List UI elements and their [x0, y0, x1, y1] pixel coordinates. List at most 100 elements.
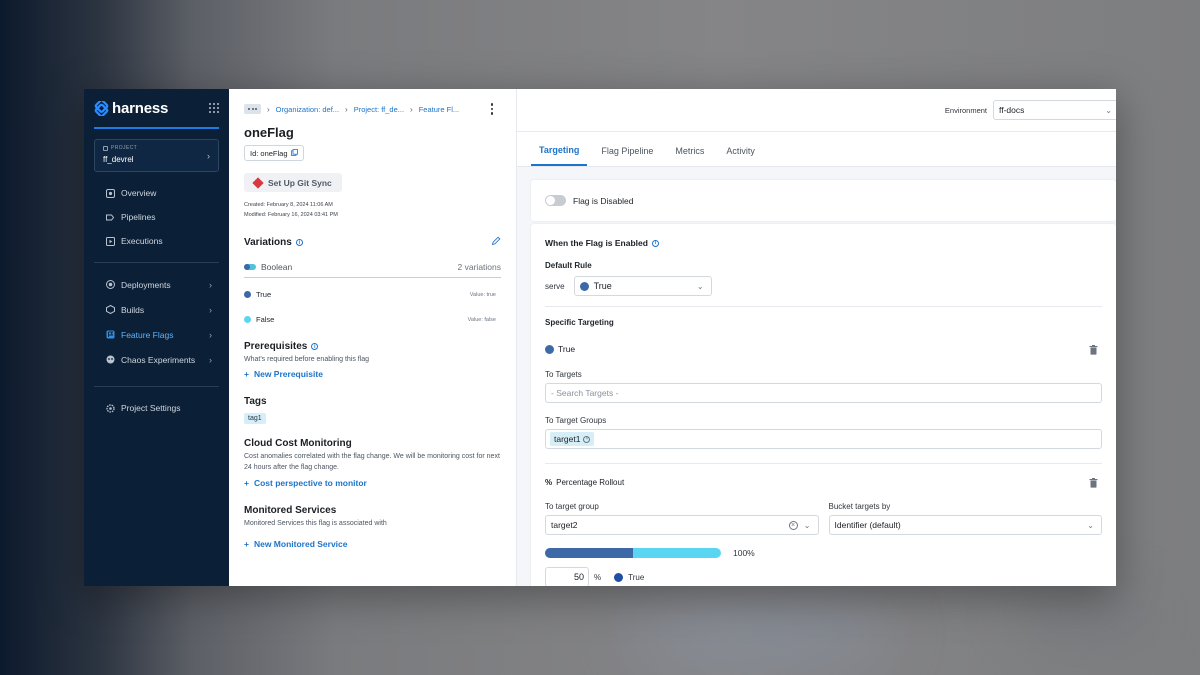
chevron-down-icon: ⌄	[1105, 105, 1112, 115]
nav-item-label: Executions	[121, 236, 163, 246]
tab-targeting[interactable]: Targeting	[531, 132, 588, 166]
variation-color-dot	[244, 291, 251, 298]
cost-perspective-button[interactable]: + Cost perspective to monitor	[244, 478, 501, 488]
breadcrumb-feature-flags[interactable]: Feature Fl...	[419, 105, 459, 114]
target-variation-row: True	[545, 344, 1102, 355]
breadcrumb-more-icon[interactable]	[244, 104, 261, 114]
chevron-right-icon: ›	[207, 151, 210, 161]
variation-item-true: True Value: true	[244, 282, 501, 307]
cost-perspective-label: Cost perspective to monitor	[253, 478, 367, 488]
modified-date: Modified: February 16, 2024 03:41 PM	[244, 212, 338, 218]
info-icon[interactable]: i	[651, 239, 659, 247]
flag-enabled-toggle[interactable]	[545, 195, 566, 206]
project-icon	[103, 145, 108, 151]
to-target-groups-input[interactable]: target1 ×	[545, 429, 1102, 449]
app-window: harness PROJECT ff_devrel › Overview Pip…	[84, 89, 1116, 586]
breadcrumb-organization[interactable]: Organization: def...	[276, 105, 339, 114]
to-targets-label: To Targets	[545, 370, 582, 379]
to-targets-input[interactable]: - Search Targets -	[545, 383, 1102, 403]
chevron-right-icon: ›	[410, 104, 413, 114]
rollout-percent-input[interactable]: 50	[545, 567, 589, 586]
nav-item-builds[interactable]: Builds ›	[84, 297, 229, 322]
gear-icon	[106, 403, 115, 413]
environment-label: Environment	[944, 105, 987, 115]
to-targets-placeholder: - Search Targets -	[551, 388, 619, 398]
app-switcher-icon[interactable]	[209, 103, 219, 113]
new-prerequisite-label: New Prerequisite	[253, 369, 323, 379]
target-group-select[interactable]: target2 × ⌄	[545, 515, 819, 535]
chevron-down-icon: ⌄	[1087, 520, 1094, 530]
variation-value: Value: true	[469, 291, 496, 298]
nav-item-label: Deployments	[121, 279, 171, 290]
more-options-icon[interactable]	[490, 103, 493, 115]
variation-value: Value: false	[467, 316, 496, 323]
nav-divider	[94, 386, 219, 387]
rollout-variation-row: 50 % True	[545, 567, 1102, 586]
nav-item-feature-flags[interactable]: Feature Flags ›	[84, 322, 229, 347]
nav-item-label: Feature Flags	[121, 329, 174, 340]
new-prerequisite-button[interactable]: + New Prerequisite	[244, 369, 501, 379]
git-sync-label: Set Up Git Sync	[268, 177, 332, 188]
nav-item-project-settings[interactable]: Project Settings	[84, 396, 229, 420]
variations-header: Variations i	[244, 236, 501, 249]
nav-item-executions[interactable]: Executions	[84, 229, 229, 253]
nav-item-label: Chaos Experiments	[121, 354, 196, 365]
trash-icon[interactable]	[1089, 478, 1098, 488]
flag-state-label: Flag is Disabled	[573, 195, 634, 206]
breadcrumb-project[interactable]: Project: ff_de...	[354, 105, 404, 114]
copy-icon[interactable]	[290, 148, 298, 158]
variation-color-dot	[545, 344, 554, 354]
section-divider	[545, 463, 1102, 464]
bucket-by-value: Identifier (default)	[834, 520, 901, 530]
project-kicker-label: PROJECT	[111, 145, 138, 151]
edit-pencil-icon[interactable]	[491, 236, 501, 249]
chaos-icon	[106, 355, 115, 364]
nav-item-label: Pipelines	[121, 212, 156, 222]
chevron-right-icon: ›	[267, 104, 270, 114]
chevron-down-icon: ⌄	[803, 520, 811, 530]
info-icon[interactable]: i	[311, 343, 319, 350]
git-sync-button[interactable]: Set Up Git Sync	[244, 173, 342, 192]
project-selector[interactable]: PROJECT ff_devrel ›	[94, 139, 219, 172]
remove-chip-icon[interactable]: ×	[583, 435, 591, 443]
variation-color-dot	[579, 281, 589, 291]
tab-activity[interactable]: Activity	[718, 132, 763, 166]
breadcrumb: › Organization: def... › Project: ff_de.…	[244, 89, 501, 129]
tab-flag-pipeline[interactable]: Flag Pipeline	[593, 132, 661, 166]
rollout-variation-name: True	[628, 572, 645, 582]
flag-details-panel: › Organization: def... › Project: ff_de.…	[229, 89, 517, 586]
nav-item-pipelines[interactable]: Pipelines	[84, 205, 229, 229]
chevron-right-icon: ›	[209, 354, 212, 365]
target-group-value: target2	[551, 520, 578, 530]
targeting-panel: Environment ff-docs ⌄ Targeting Flag Pip…	[517, 89, 1116, 586]
nav-item-overview[interactable]: Overview	[84, 181, 229, 205]
nav-item-deployments[interactable]: Deployments ›	[84, 272, 229, 297]
nav-top: Overview Pipelines Executions	[84, 181, 229, 253]
brand-row: harness	[94, 89, 219, 129]
percent-unit: %	[594, 572, 602, 582]
flag-id-chip[interactable]: Id: oneFlag	[244, 145, 304, 161]
specific-targeting-title: Specific Targeting	[545, 318, 614, 327]
percentage-rollout-title: Percentage Rollout	[556, 478, 625, 487]
percent-icon: %	[545, 478, 553, 487]
rollout-bar-true-segment	[545, 548, 633, 558]
tab-metrics[interactable]: Metrics	[667, 132, 712, 166]
default-serve-select[interactable]: True ⌄	[573, 276, 712, 296]
when-enabled-title: When the Flag is Enabled	[545, 238, 648, 248]
new-monitored-service-button[interactable]: + New Monitored Service	[244, 539, 501, 549]
flag-state-card: Flag is Disabled	[531, 180, 1116, 221]
info-icon[interactable]: i	[295, 239, 303, 246]
prerequisites-description: What's required before enabling this fla…	[244, 356, 370, 363]
nav-item-label: Builds	[121, 304, 145, 315]
brand-name[interactable]: harness	[112, 100, 209, 117]
clear-icon[interactable]: ×	[788, 520, 798, 530]
environment-bar: Environment ff-docs ⌄	[517, 89, 1116, 132]
tag-chip: tag1	[244, 413, 266, 424]
trash-icon[interactable]	[1089, 344, 1098, 355]
plus-icon: +	[244, 478, 249, 488]
new-monitored-service-label: New Monitored Service	[253, 539, 348, 549]
bucket-by-select[interactable]: Identifier (default) ⌄	[828, 515, 1102, 535]
nav-item-chaos-experiments[interactable]: Chaos Experiments ›	[84, 347, 229, 372]
target-group-chip: target1 ×	[550, 432, 595, 446]
environment-select[interactable]: ff-docs ⌄	[993, 100, 1116, 120]
